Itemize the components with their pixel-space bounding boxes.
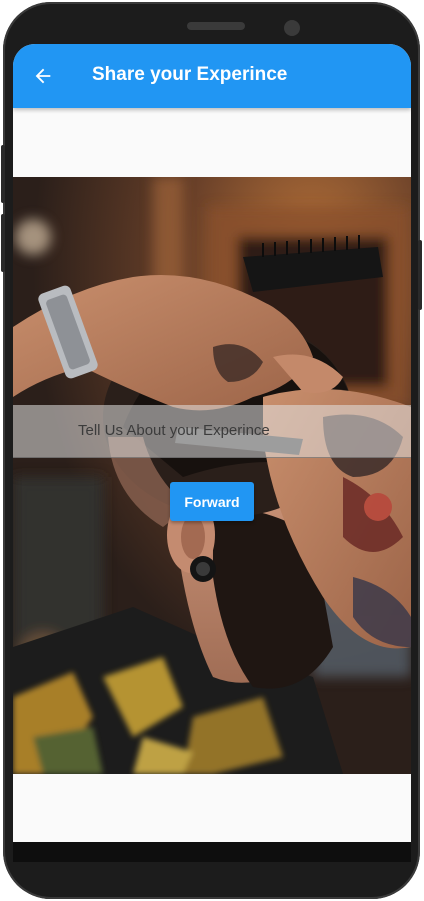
- experience-prompt-text: Tell Us About your Experince: [78, 422, 270, 439]
- app-bar: Share your Experince: [13, 44, 411, 108]
- page-title: Share your Experince: [92, 64, 288, 85]
- barber-haircut-photo: Tell Us About your Experince Forward: [13, 177, 411, 774]
- volume-up-button: [1, 145, 5, 203]
- experience-prompt-band[interactable]: Tell Us About your Experince: [13, 405, 411, 458]
- arrow-back-icon: [35, 68, 51, 84]
- back-button[interactable]: [27, 60, 59, 92]
- volume-down-button: [1, 214, 5, 272]
- app-screen: Share your Experince Tell Us About your …: [13, 44, 411, 842]
- forward-button[interactable]: Forward: [170, 482, 254, 521]
- front-camera: [284, 20, 300, 36]
- system-navigation-bar: [13, 842, 411, 862]
- power-button: [418, 240, 422, 310]
- earpiece-speaker: [187, 22, 245, 30]
